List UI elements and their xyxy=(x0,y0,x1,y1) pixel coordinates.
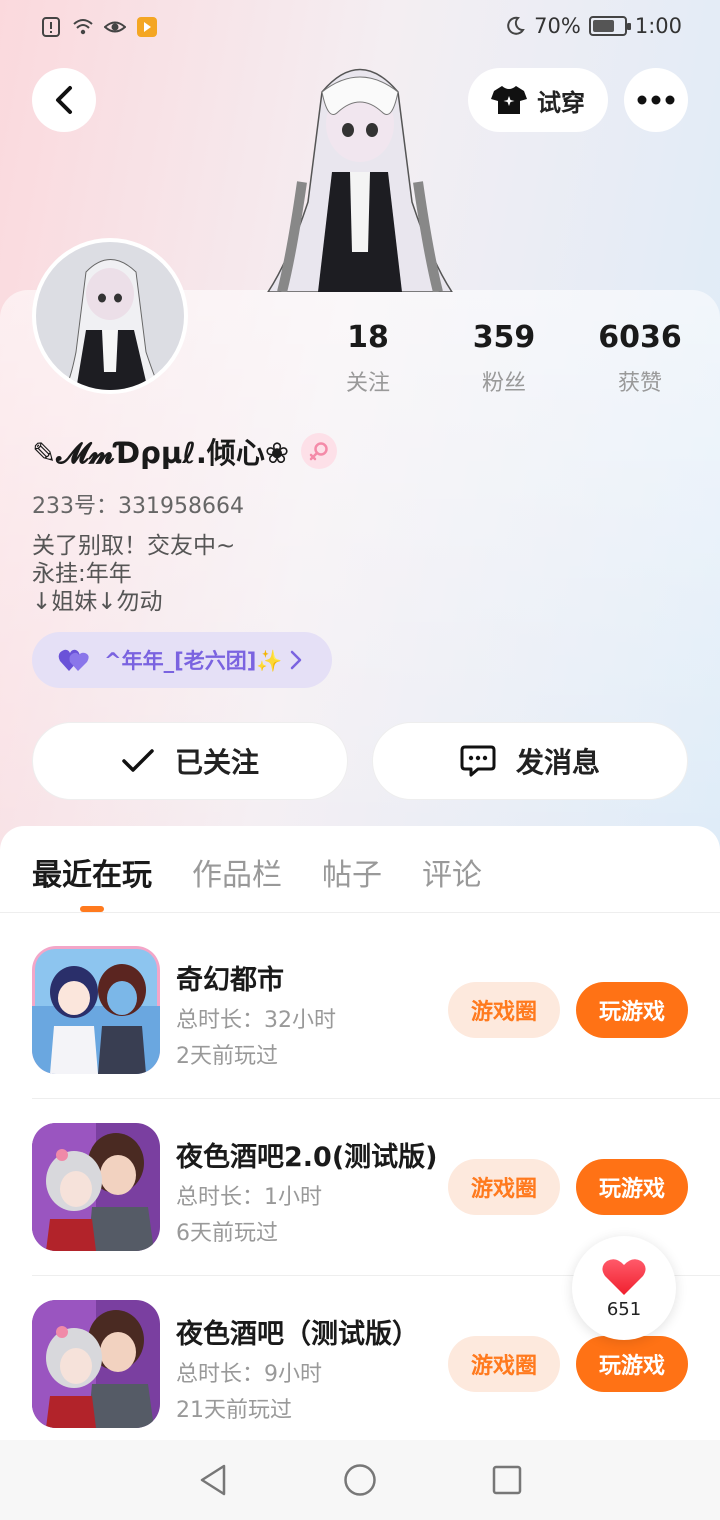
game-cover-image xyxy=(32,1123,160,1251)
username: ✎𝓜𝓶Ɗρµℓ.倾心❀ xyxy=(32,436,290,470)
gender-badge xyxy=(301,433,338,469)
alert-icon xyxy=(42,17,60,37)
like-float-button[interactable]: 651 xyxy=(572,1236,676,1340)
send-message-button[interactable]: 发消息 xyxy=(372,722,688,800)
nav-recents-icon[interactable] xyxy=(492,1465,522,1495)
group-name: ^年年_[老六团]✨ xyxy=(104,649,283,673)
game-icon xyxy=(32,946,160,1074)
stat-label: 关注 xyxy=(345,371,390,396)
nav-home-icon[interactable] xyxy=(343,1463,377,1497)
status-icons-left xyxy=(40,16,158,38)
stat-likes[interactable]: 6036 获赞 xyxy=(572,320,708,397)
moon-icon xyxy=(507,16,525,35)
status-bar: 70% 1:00 xyxy=(0,0,720,56)
nav-back-icon[interactable] xyxy=(198,1463,228,1497)
following-label: 已关注 xyxy=(174,746,259,779)
avatar-image xyxy=(36,242,184,390)
female-icon xyxy=(309,442,328,461)
game-duration: 总时长：9小时 xyxy=(176,1362,322,1387)
status-icons-right: 70% 1:00 xyxy=(504,14,682,38)
username-row: ✎𝓜𝓶Ɗρµℓ.倾心❀ xyxy=(32,430,338,472)
avatar-character-icon xyxy=(63,259,162,390)
double-heart-icon xyxy=(58,649,89,671)
user-id: 233号：331958664 xyxy=(32,494,244,519)
game-duration: 总时长：1小时 xyxy=(176,1185,322,1210)
tshirt-icon xyxy=(491,86,527,114)
stat-following[interactable]: 18 关注 xyxy=(300,320,436,397)
battery-percent: 70% xyxy=(534,14,581,38)
try-on-button[interactable]: 试穿 xyxy=(468,68,608,132)
game-circle-button[interactable]: 游戏圈 xyxy=(448,982,560,1038)
bio-line: 永挂:年年 xyxy=(32,561,132,587)
game-cover-image xyxy=(32,946,160,1074)
profile-tabs: 最近在玩 作品栏 帖子 评论 xyxy=(32,850,482,894)
app-notification-icon xyxy=(137,17,157,37)
more-options-button[interactable] xyxy=(624,68,688,132)
profile-stats: 18 关注 359 粉丝 6036 获赞 xyxy=(300,320,720,397)
tab-works[interactable]: 作品栏 xyxy=(192,850,282,894)
content-panel: 最近在玩 作品栏 帖子 评论 奇幻都市 总时长：32小时 2天前玩过 游戏圈 玩… xyxy=(0,826,720,1440)
try-on-label: 试穿 xyxy=(537,88,585,117)
play-game-button[interactable]: 玩游戏 xyxy=(576,982,688,1038)
divider xyxy=(32,1098,720,1099)
chevron-right-icon xyxy=(290,650,302,670)
game-last-played: 21天前玩过 xyxy=(176,1398,292,1423)
heart-icon xyxy=(602,1258,646,1295)
avatar[interactable] xyxy=(32,238,188,394)
game-title: 夜色酒吧2.0(测试版) xyxy=(176,1142,438,1173)
battery-icon xyxy=(588,16,631,36)
status-time: 1:00 xyxy=(634,14,682,38)
stat-label: 获赞 xyxy=(617,371,662,396)
chat-bubble-icon xyxy=(460,745,496,777)
like-count: 651 xyxy=(606,1298,642,1320)
game-last-played: 2天前玩过 xyxy=(176,1044,278,1069)
send-message-label: 发消息 xyxy=(515,746,600,779)
game-circle-button[interactable]: 游戏圈 xyxy=(448,1336,560,1392)
game-circle-button[interactable]: 游戏圈 xyxy=(448,1159,560,1215)
stat-value: 359 xyxy=(472,320,536,355)
system-nav-bar xyxy=(0,1440,720,1520)
bio: 关了别取！交友中~ 永挂:年年 ↓姐妹↓勿动 xyxy=(32,532,235,616)
group-badge-link[interactable]: ^年年_[老六团]✨ xyxy=(32,632,332,688)
stat-label: 粉丝 xyxy=(481,371,526,396)
game-icon xyxy=(32,1123,160,1251)
tab-comments[interactable]: 评论 xyxy=(422,850,482,894)
tab-recently-played[interactable]: 最近在玩 xyxy=(32,850,152,894)
battery-fill xyxy=(592,20,614,32)
character-illustration xyxy=(267,68,453,292)
more-dots-icon xyxy=(637,95,675,105)
bio-line: ↓姐妹↓勿动 xyxy=(32,589,163,615)
game-duration: 总时长：32小时 xyxy=(176,1008,336,1033)
bio-line: 关了别取！交友中~ xyxy=(32,533,236,559)
play-game-button[interactable]: 玩游戏 xyxy=(576,1336,688,1392)
play-game-button[interactable]: 玩游戏 xyxy=(576,1159,688,1215)
following-button[interactable]: 已关注 xyxy=(32,722,348,800)
checkmark-icon xyxy=(122,749,154,772)
game-title: 奇幻都市 xyxy=(176,965,284,996)
game-title: 夜色酒吧（测试版） xyxy=(176,1319,419,1350)
back-button[interactable] xyxy=(32,68,96,132)
stat-followers[interactable]: 359 粉丝 xyxy=(436,320,572,397)
tab-posts[interactable]: 帖子 xyxy=(322,850,382,894)
stat-value: 6036 xyxy=(598,320,682,355)
game-list-item[interactable]: 奇幻都市 总时长：32小时 2天前玩过 游戏圈 玩游戏 xyxy=(0,946,720,1122)
divider xyxy=(0,912,720,913)
eye-icon xyxy=(104,21,126,33)
wifi-icon xyxy=(73,19,93,35)
game-last-played: 6天前玩过 xyxy=(176,1221,278,1246)
stat-value: 18 xyxy=(347,320,389,355)
game-cover-image xyxy=(32,1300,160,1428)
chevron-left-icon xyxy=(56,86,72,114)
game-icon xyxy=(32,1300,160,1428)
